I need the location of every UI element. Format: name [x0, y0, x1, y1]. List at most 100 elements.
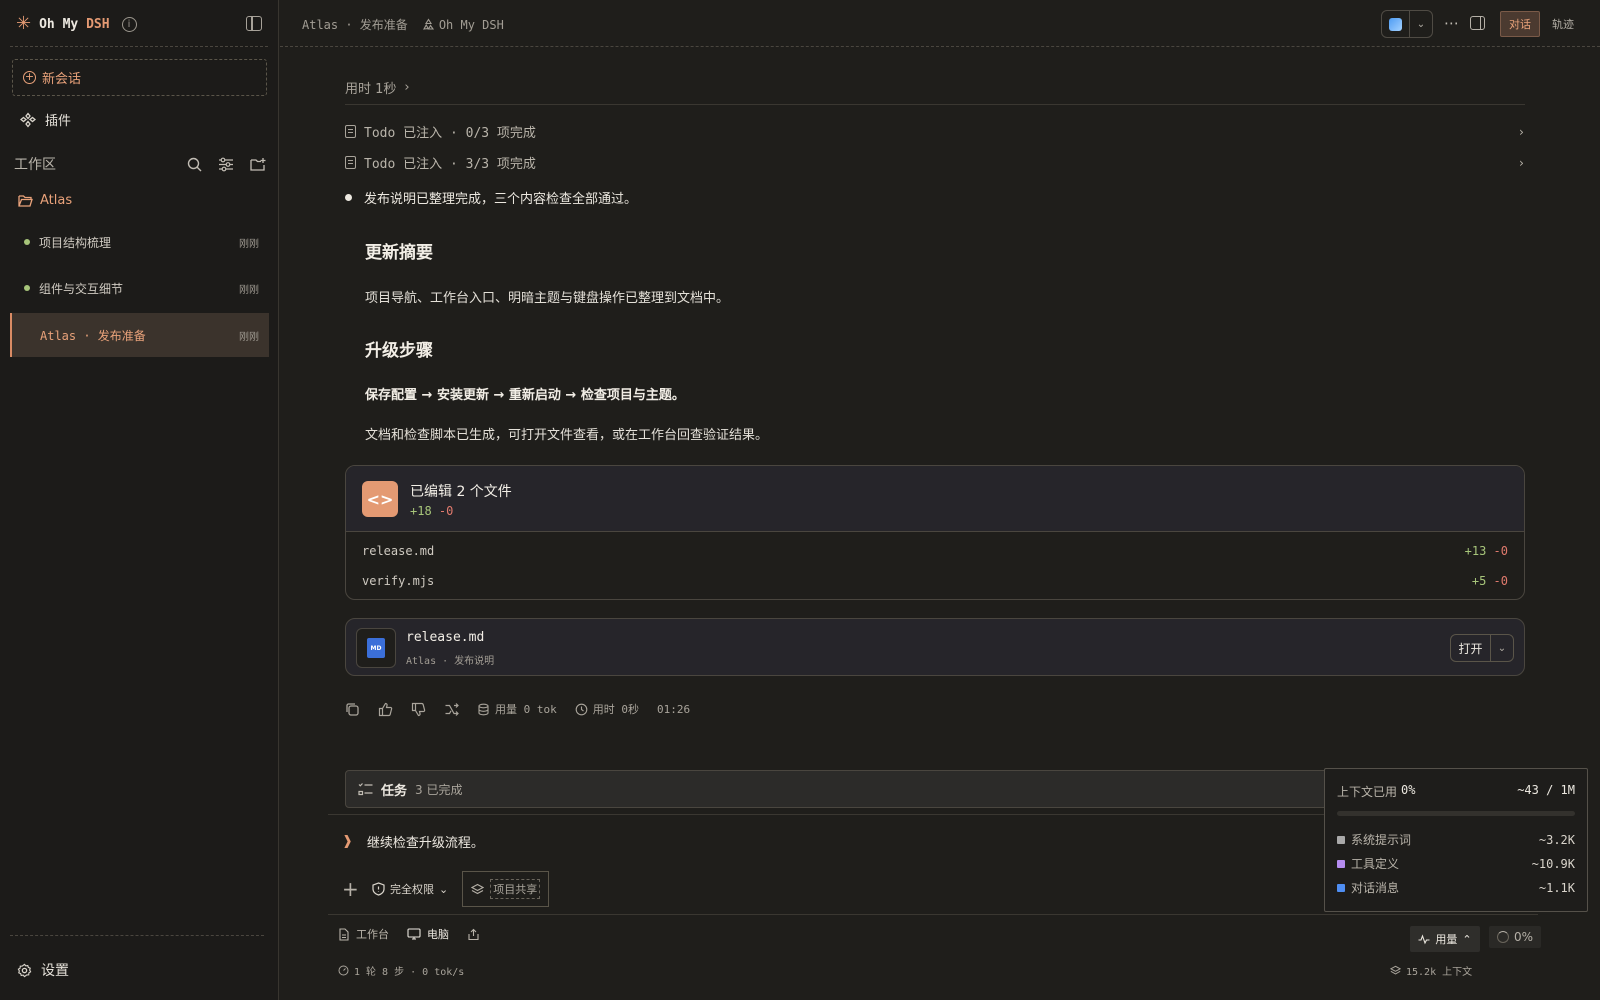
- composer-input[interactable]: ❱ 继续检查升级流程。: [342, 832, 484, 851]
- monitor-icon: [407, 928, 421, 940]
- document-card: MD release.md Atlas · 发布说明 打开 ⌄: [345, 618, 1525, 676]
- session-title: 组件与交互细节: [39, 281, 124, 296]
- divider: [10, 46, 268, 47]
- divider: [345, 104, 1525, 105]
- session-time: 刚刚: [239, 238, 259, 250]
- thinking-timer[interactable]: 用时 1秒 ›: [345, 78, 410, 97]
- document-icon: [345, 125, 356, 138]
- session-item[interactable]: 组件与交互细节 刚刚: [10, 266, 269, 310]
- branch-icon[interactable]: [444, 702, 459, 717]
- context-item-name: 系统提示词: [1351, 833, 1412, 847]
- document-subtitle: Atlas · 发布说明: [406, 656, 495, 667]
- file-stats: +5 -0: [1471, 574, 1508, 588]
- search-icon[interactable]: [187, 157, 202, 172]
- chevron-down-icon: ⌄: [439, 882, 449, 896]
- bullet-text: 发布说明已整理完成，三个内容检查全部通过。: [364, 192, 638, 207]
- bullet-dot: [345, 194, 352, 201]
- shield-alert-icon: [372, 882, 385, 896]
- heading-upgrade-steps: 升级步骤: [365, 341, 433, 361]
- context-percent: 0%: [1513, 930, 1534, 944]
- todo-label: Todo 已注入 · 0/3 项完成: [364, 126, 536, 141]
- session-title: Atlas · 发布准备: [40, 328, 146, 343]
- tab-chat[interactable]: 对话: [1500, 11, 1540, 37]
- usage-text: 用量 0 tok: [495, 703, 557, 716]
- perf-text: 1 轮 8 步 · 0 tok/s: [354, 967, 465, 978]
- permission-label: 完全权限: [390, 883, 434, 896]
- permission-selector[interactable]: 完全权限 ⌄: [372, 881, 448, 897]
- file-stats: +13 -0: [1464, 544, 1508, 558]
- todo-row[interactable]: Todo 已注入 · 3/3 项完成 ›: [345, 153, 1525, 172]
- status-dot: [24, 239, 30, 245]
- file-name: verify.mjs: [362, 574, 435, 588]
- message-actions: 用量 0 tok 用时 0秒 01:26: [345, 701, 690, 717]
- copy-icon[interactable]: [345, 702, 360, 717]
- tab-trace[interactable]: 轨迹: [1552, 16, 1574, 32]
- gauge-icon: [338, 965, 349, 976]
- file-row[interactable]: release.md +13 -0: [362, 544, 1508, 558]
- brand-name: Oh My DSH: [39, 16, 110, 32]
- workspace-header: 工作区: [14, 154, 266, 174]
- session-item-active[interactable]: Atlas · 发布准备 刚刚: [10, 313, 269, 357]
- legend-swatch: [1337, 835, 1345, 844]
- edited-files-card: <> 已编辑 2 个文件 +18 -0 release.md +13 -0 ve…: [345, 465, 1525, 600]
- context-used-percent: 0%: [1401, 783, 1416, 797]
- breadcrumb-session[interactable]: Atlas · 发布准备: [302, 16, 408, 33]
- model-selector[interactable]: ⌄: [1381, 10, 1433, 38]
- file-name: release.md: [362, 544, 435, 558]
- duration-meta: 用时 0秒: [575, 701, 639, 717]
- thumbs-up-icon[interactable]: [378, 702, 393, 717]
- composer-footer: 工作台 电脑: [338, 926, 480, 942]
- steps-paragraph: 保存配置 → 安装更新 → 重新启动 → 检查项目与主题。: [365, 388, 685, 403]
- export-icon[interactable]: [467, 928, 480, 941]
- open-button-group: 打开 ⌄: [1450, 634, 1514, 662]
- composer-text: 继续检查升级流程。: [366, 836, 484, 851]
- activity-icon: [1418, 933, 1430, 944]
- computer-button[interactable]: 电脑: [407, 926, 449, 942]
- file-icon: [339, 927, 349, 941]
- context-percent-button[interactable]: 0%: [1489, 926, 1541, 948]
- add-attachment-button[interactable]: +: [342, 877, 359, 901]
- session-time: 刚刚: [239, 331, 259, 343]
- context-progress-bar: [1337, 811, 1575, 816]
- todo-label: Todo 已注入 · 3/3 项完成: [364, 157, 536, 172]
- new-folder-icon[interactable]: [250, 157, 266, 172]
- document-icon: [345, 156, 356, 169]
- markdown-file-icon: MD: [356, 628, 396, 668]
- panel-toggle-icon[interactable]: [1470, 16, 1485, 30]
- more-icon[interactable]: ⋯: [1444, 14, 1460, 32]
- project-label: Oh My DSH: [438, 17, 504, 32]
- breadcrumb: Atlas · 发布准备 Oh My DSH: [302, 16, 504, 33]
- session-title: 项目结构梳理: [39, 235, 112, 250]
- sidebar-item-plugins[interactable]: 插件: [20, 110, 71, 129]
- project-share-button[interactable]: 项目共享: [462, 871, 550, 907]
- breadcrumb-project[interactable]: Oh My DSH: [422, 18, 504, 32]
- prompt-chevron-icon: ❱: [342, 834, 353, 849]
- new-chat-button[interactable]: + 新会话: [12, 59, 267, 96]
- file-row[interactable]: verify.mjs +5 -0: [362, 574, 1508, 588]
- sidebar-toggle-icon[interactable]: [246, 16, 262, 31]
- plugin-icon: [20, 111, 36, 128]
- todo-row[interactable]: Todo 已注入 · 0/3 项完成 ›: [345, 122, 1525, 141]
- context-item-value: ~3.2K: [1538, 832, 1575, 847]
- open-button[interactable]: 打开: [1451, 635, 1491, 661]
- chevron-down-icon[interactable]: ⌄: [1410, 19, 1432, 30]
- info-icon[interactable]: i: [121, 16, 137, 32]
- session-item[interactable]: 项目结构梳理 刚刚: [10, 220, 269, 264]
- workbench-button[interactable]: 工作台: [338, 926, 389, 942]
- plugins-label: 插件: [45, 114, 72, 129]
- folder-atlas[interactable]: Atlas: [18, 193, 72, 208]
- legend-swatch: [1337, 883, 1345, 892]
- edited-files-header[interactable]: <> 已编辑 2 个文件 +18 -0: [346, 466, 1524, 532]
- usage-button[interactable]: 用量 ⌃: [1410, 926, 1480, 952]
- code-icon: <>: [362, 481, 398, 517]
- settings-button[interactable]: 设置: [17, 960, 69, 980]
- folder-label: Atlas: [40, 193, 73, 208]
- usage-label: 用量: [1435, 933, 1458, 946]
- filter-sliders-icon[interactable]: [218, 157, 234, 172]
- chevron-down-icon[interactable]: ⌄: [1491, 643, 1513, 654]
- context-size: 15.2k 上下文: [1390, 963, 1472, 978]
- thumbs-down-icon[interactable]: [411, 702, 426, 717]
- legend-swatch: [1337, 859, 1345, 868]
- layers-icon: [471, 883, 485, 894]
- brand: ✳ Oh My DSH i: [16, 14, 137, 34]
